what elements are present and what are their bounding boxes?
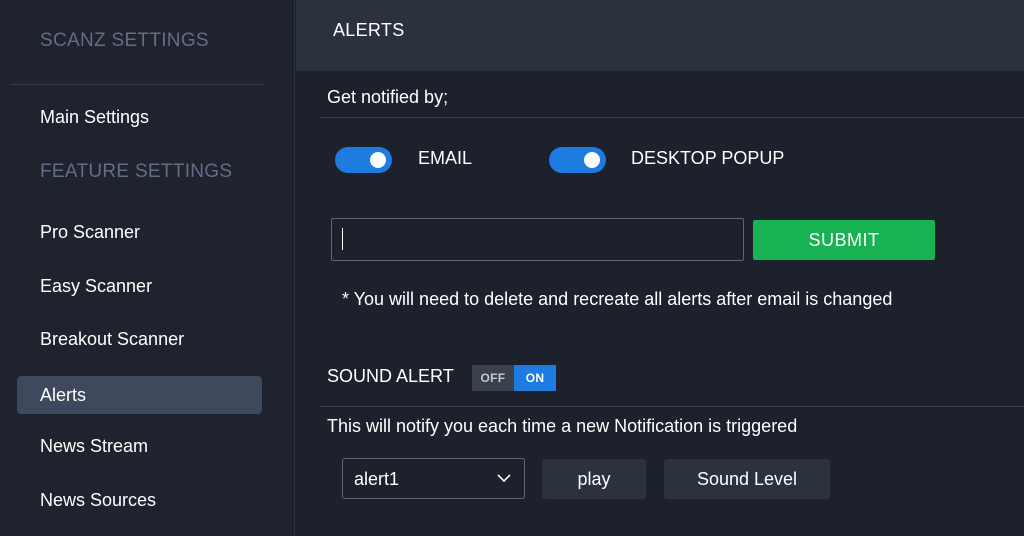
email-input[interactable] bbox=[331, 218, 744, 261]
submit-button[interactable]: SUBMIT bbox=[753, 220, 935, 260]
alerts-panel: Get notified by; EMAIL DESKTOP POPUP SUB… bbox=[296, 71, 1024, 536]
email-toggle-label: EMAIL bbox=[418, 148, 473, 168]
notify-heading: Get notified by; bbox=[327, 87, 449, 107]
sound-select[interactable]: alert1 bbox=[342, 458, 525, 499]
sound-alert-switch[interactable]: OFF ON bbox=[472, 365, 556, 391]
chevron-down-icon bbox=[497, 474, 511, 483]
desktop-popup-toggle[interactable] bbox=[549, 147, 606, 173]
sidebar-item-alerts[interactable]: Alerts bbox=[17, 376, 262, 414]
sidebar-title: SCANZ SETTINGS bbox=[40, 30, 209, 51]
email-change-note: * You will need to delete and recreate a… bbox=[342, 289, 893, 309]
sidebar-item-news-sources[interactable]: News Sources bbox=[17, 481, 262, 519]
toggle-knob bbox=[370, 152, 386, 168]
notify-divider bbox=[320, 117, 1024, 118]
play-button[interactable]: play bbox=[542, 459, 646, 499]
sound-divider bbox=[320, 406, 1024, 407]
sound-level-button[interactable]: Sound Level bbox=[664, 459, 830, 499]
page-title: ALERTS bbox=[333, 20, 405, 40]
sidebar: SCANZ SETTINGS Main Settings FEATURE SET… bbox=[0, 0, 295, 536]
sound-select-value: alert1 bbox=[354, 469, 400, 489]
app-window: SCANZ SETTINGS Main Settings FEATURE SET… bbox=[0, 0, 1024, 536]
text-caret bbox=[342, 228, 343, 250]
sidebar-item-main-settings[interactable]: Main Settings bbox=[17, 98, 262, 136]
feature-settings-label: FEATURE SETTINGS bbox=[40, 161, 233, 182]
switch-on-option[interactable]: ON bbox=[514, 365, 556, 391]
toggle-knob bbox=[584, 152, 600, 168]
sound-alert-heading: SOUND ALERT bbox=[327, 366, 454, 386]
sidebar-item-pro-scanner[interactable]: Pro Scanner bbox=[17, 213, 262, 251]
sidebar-item-breakout-scanner[interactable]: Breakout Scanner bbox=[17, 320, 262, 358]
page-header: ALERTS bbox=[296, 0, 1024, 71]
sidebar-item-easy-scanner[interactable]: Easy Scanner bbox=[17, 267, 262, 305]
desktop-popup-toggle-label: DESKTOP POPUP bbox=[631, 148, 785, 168]
sidebar-divider bbox=[10, 84, 265, 85]
switch-off-option[interactable]: OFF bbox=[472, 365, 514, 391]
email-toggle[interactable] bbox=[335, 147, 392, 173]
sidebar-item-news-stream[interactable]: News Stream bbox=[17, 427, 262, 465]
sound-description: This will notify you each time a new Not… bbox=[327, 416, 798, 436]
